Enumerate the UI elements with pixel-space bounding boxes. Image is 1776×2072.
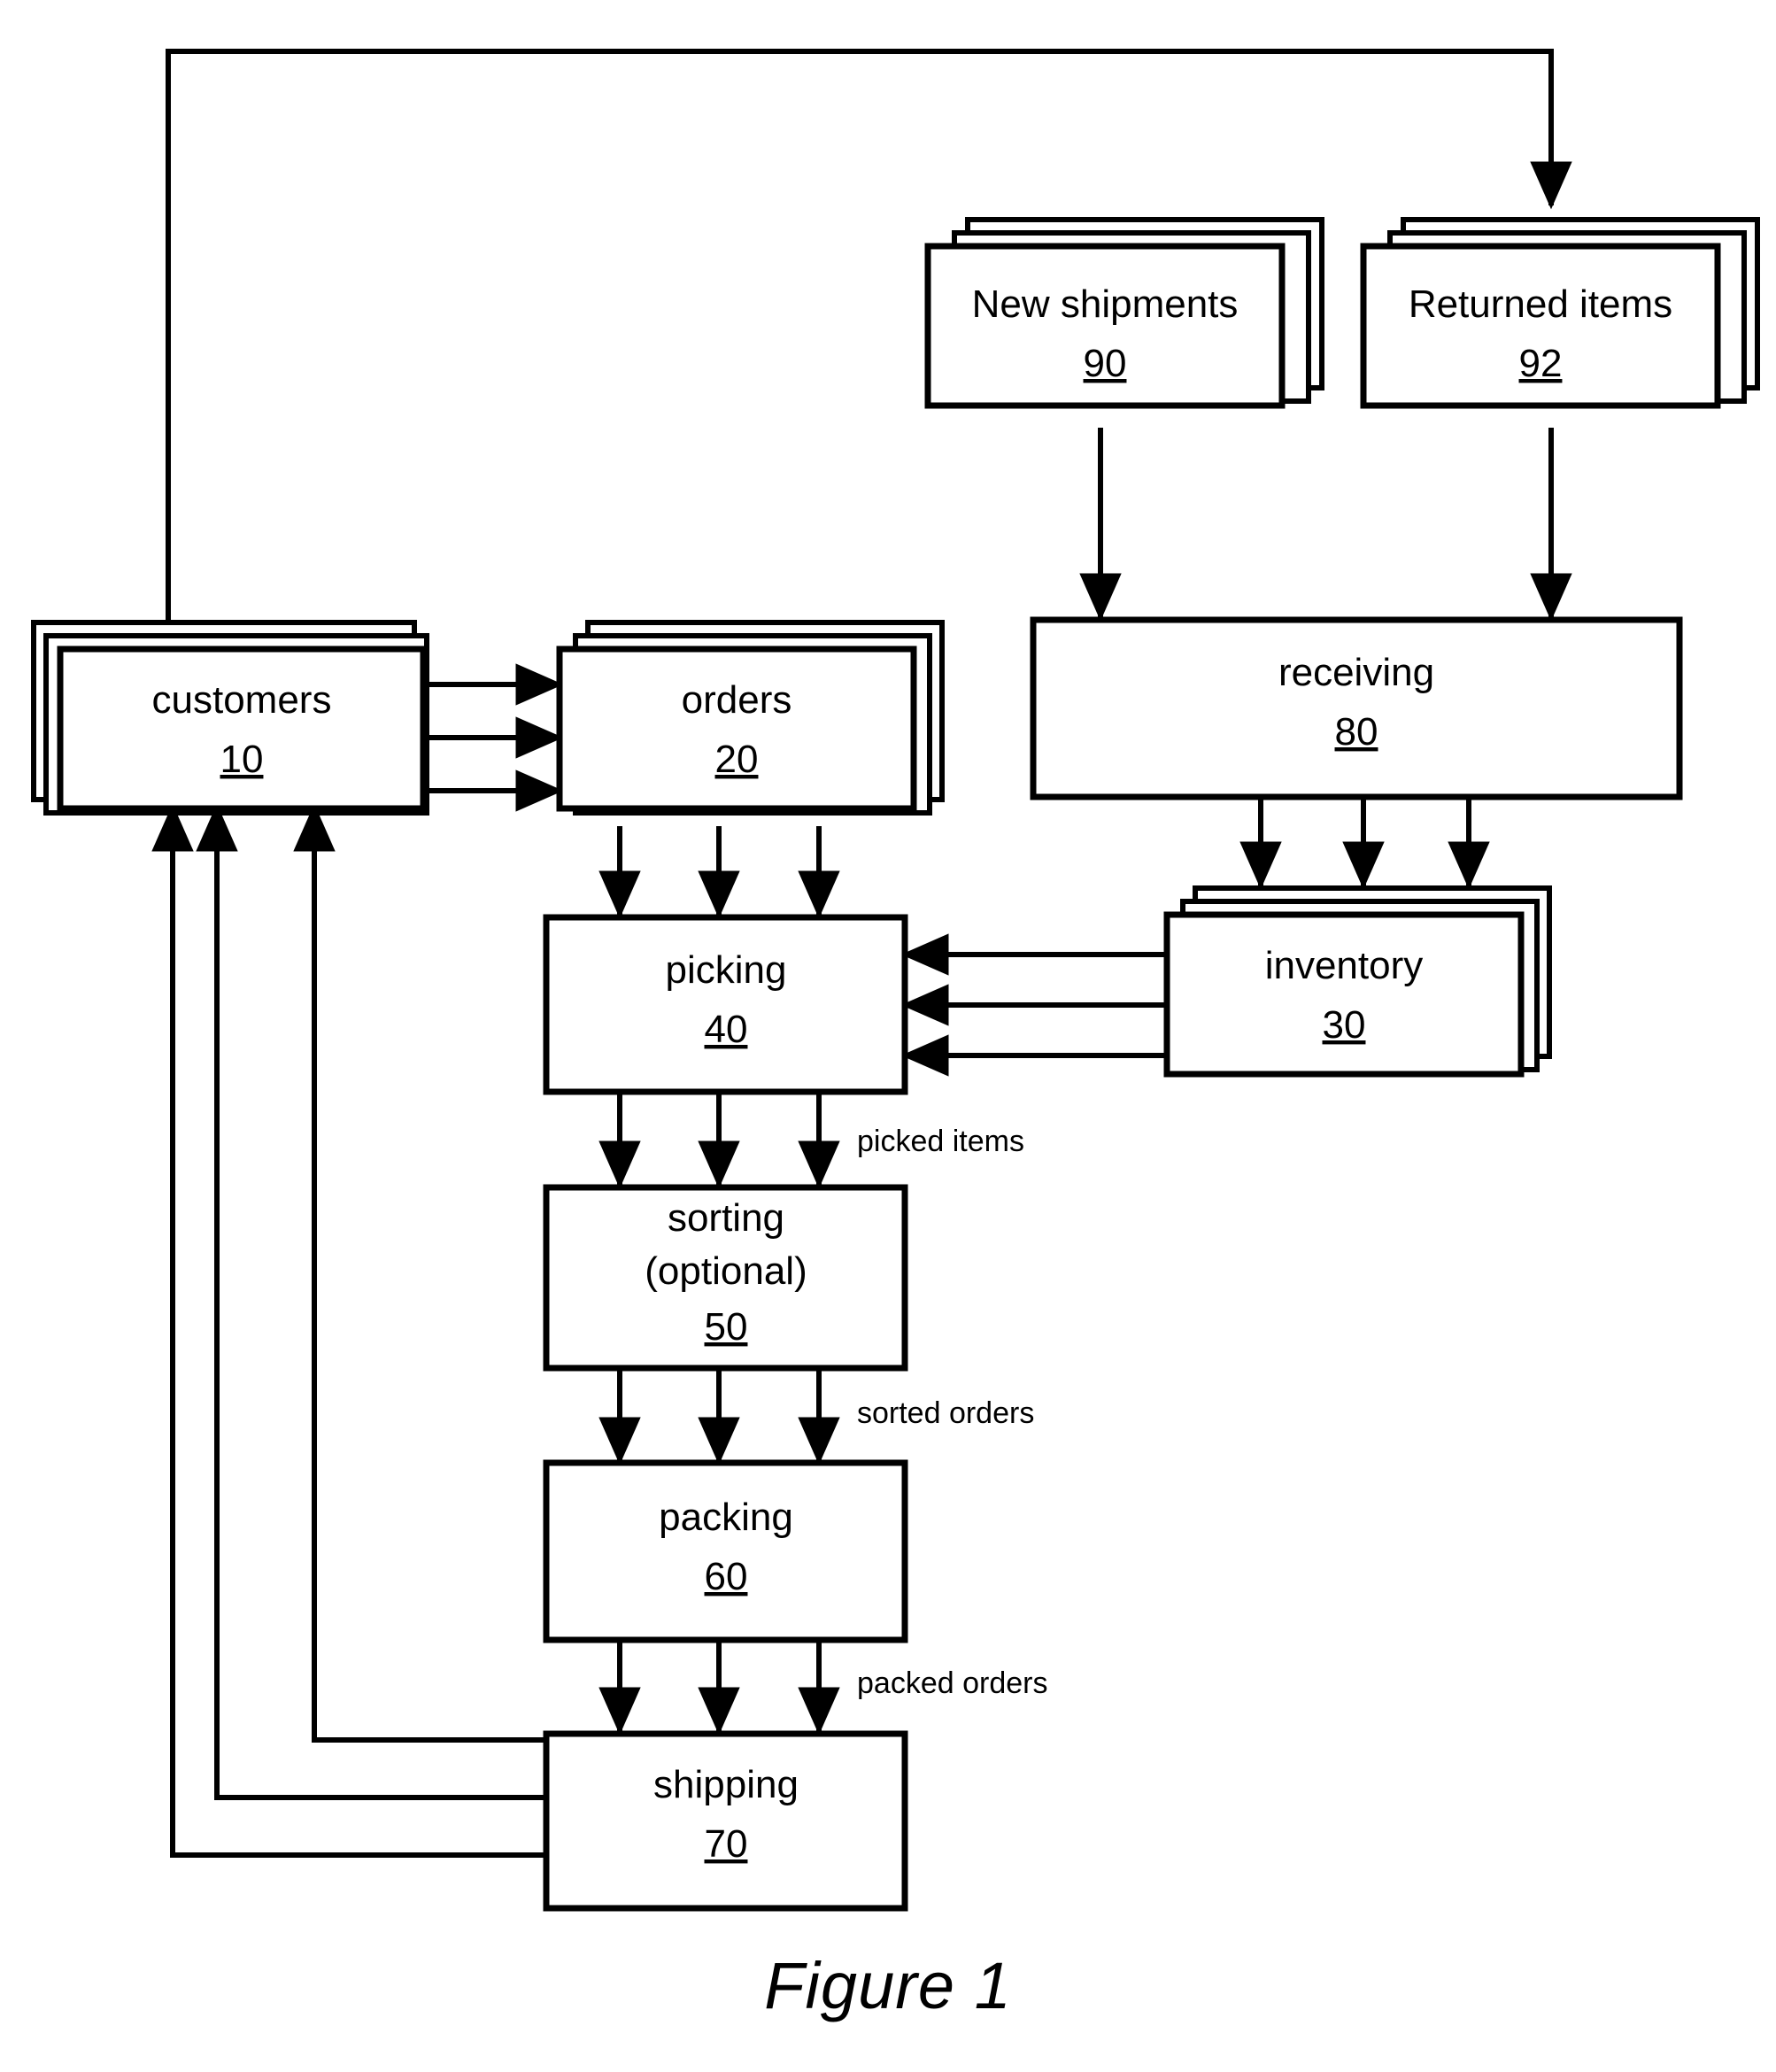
node-shipping[interactable] [543, 1730, 908, 1912]
node-returned-items-ref: 92 [1519, 342, 1563, 385]
edge-customers-to-returned-items [166, 49, 1572, 620]
node-packing[interactable] [543, 1459, 908, 1643]
node-inventory-label: inventory [1265, 944, 1424, 987]
flow-label-sorted-orders: sorted orders [857, 1396, 1034, 1430]
edge-shipping-to-customers [151, 803, 546, 1858]
node-orders-ref: 20 [715, 738, 759, 781]
node-customers-label: customers [152, 678, 332, 722]
node-returned-items-label: Returned items [1409, 282, 1672, 326]
edge-receiving-to-inventory [1239, 800, 1490, 890]
node-packing-ref: 60 [705, 1555, 748, 1598]
flow-label-picked-items: picked items [857, 1125, 1024, 1158]
node-new-shipments-ref: 90 [1084, 342, 1127, 385]
node-customers[interactable] [57, 646, 427, 812]
node-receiving-ref: 80 [1335, 710, 1378, 754]
edge-inventory-to-picking [900, 933, 1167, 1077]
edge-sorting-to-packing [598, 1368, 840, 1465]
node-customers-ref: 10 [220, 738, 264, 781]
edge-customers-to-orders [423, 663, 564, 812]
node-orders-label: orders [682, 678, 792, 722]
node-new-shipments-label: New shipments [972, 282, 1239, 326]
node-inventory-ref: 30 [1323, 1003, 1366, 1047]
edge-picking-to-sorting [598, 1092, 840, 1189]
node-orders[interactable] [556, 646, 917, 812]
node-picking[interactable] [543, 914, 908, 1095]
node-picking-ref: 40 [705, 1008, 748, 1051]
node-receiving-box[interactable] [1030, 616, 1683, 800]
node-inventory[interactable] [1163, 911, 1525, 1078]
flow-diagram-canvas: customers 10 orders 20 receiving 80 inve… [31, 49, 1760, 1912]
node-sorting-label2: (optional) [645, 1249, 807, 1293]
node-sorting-label: sorting [668, 1196, 784, 1240]
figure-caption: Figure 1 [764, 1949, 1012, 2022]
flow-label-packed-orders: packed orders [857, 1666, 1047, 1700]
edge-packing-to-shipping [598, 1640, 840, 1736]
node-shipping-ref: 70 [705, 1822, 748, 1866]
node-shipping-label: shipping [653, 1763, 799, 1806]
node-sorting-ref: 50 [705, 1305, 748, 1349]
figure-page: customers 10 orders 20 receiving 80 inve… [0, 0, 1776, 2072]
node-receiving-label: receiving [1278, 651, 1434, 694]
node-picking-label: picking [666, 948, 787, 992]
edge-orders-to-picking [598, 826, 840, 919]
node-packing-label: packing [659, 1496, 793, 1539]
